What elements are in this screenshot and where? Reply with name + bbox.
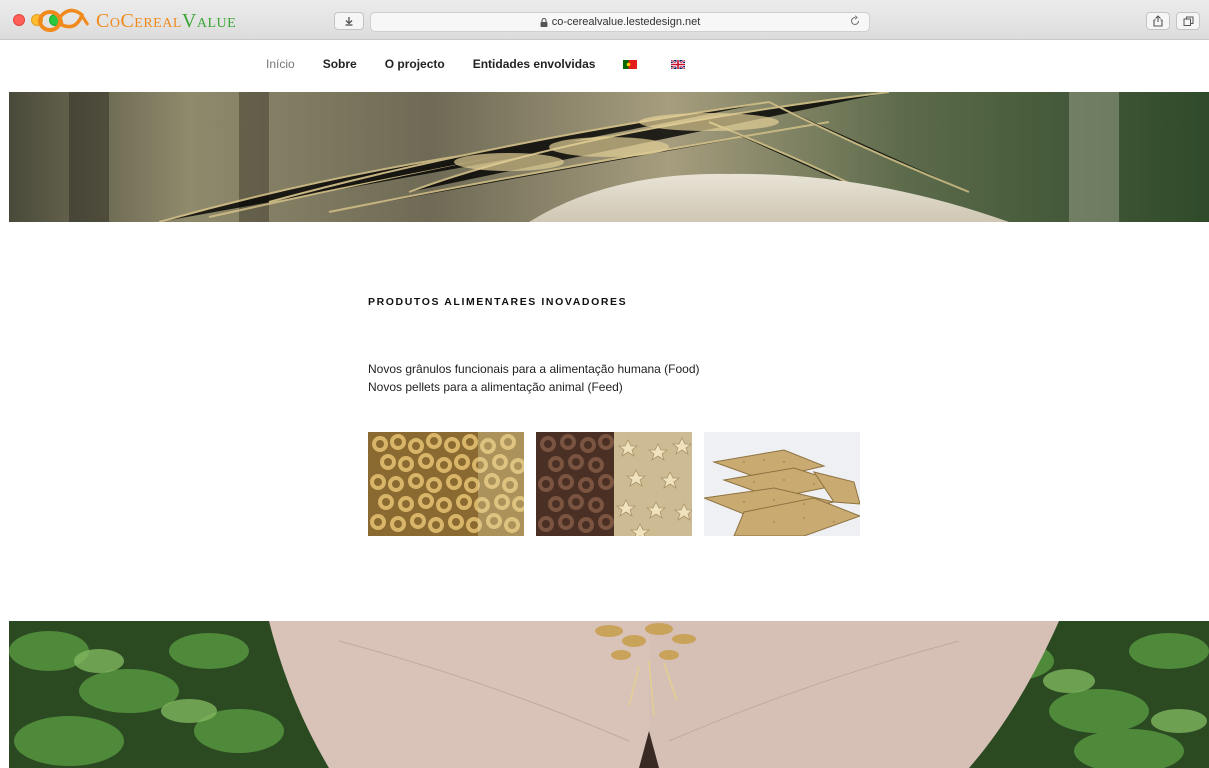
download-icon [345, 17, 353, 26]
lock-icon [540, 17, 548, 27]
crackers-image[interactable] [704, 432, 860, 536]
main-nav: Início Sobre O projecto Entidades envolv… [266, 57, 719, 71]
logo-value: Value [181, 9, 237, 32]
reload-icon[interactable] [849, 15, 861, 27]
leaf-logo-icon [38, 8, 90, 32]
download-button[interactable] [334, 12, 364, 30]
nav-item-o-projecto[interactable]: O projecto [385, 57, 445, 71]
cereal-rings-image[interactable] [368, 432, 524, 536]
close-window-button[interactable] [13, 14, 25, 26]
share-icon [1153, 15, 1163, 27]
hero-banner-image [9, 92, 1209, 222]
description-line-food: Novos grânulos funcionais para a aliment… [368, 362, 700, 376]
cereal-chocolate-stars-image[interactable] [536, 432, 692, 536]
nav-item-entidades-envolvidas[interactable]: Entidades envolvidas [473, 57, 596, 71]
section-description: Novos grânulos funcionais para a aliment… [368, 360, 700, 396]
description-line-feed: Novos pellets para a alimentação animal … [368, 380, 623, 394]
portugal-flag-icon[interactable] [623, 59, 638, 69]
hands-with-grain-image [9, 621, 1209, 768]
show-tabs-button[interactable] [1176, 12, 1200, 30]
browser-chrome: CoCerealValue co-cerealvalue.lestedesign… [0, 0, 1209, 40]
tabs-icon [1183, 16, 1193, 26]
url-text: co-cerealvalue.lestedesign.net [551, 16, 701, 28]
section-title: PRODUTOS ALIMENTARES INOVADORES [368, 296, 628, 308]
product-gallery [368, 432, 860, 536]
site-logo[interactable]: CoCerealValue [36, 6, 236, 36]
nav-item-inicio[interactable]: Início [266, 57, 295, 71]
logo-co: Co [96, 9, 121, 32]
address-bar[interactable]: co-cerealvalue.lestedesign.net [370, 12, 870, 32]
uk-flag-icon[interactable] [671, 59, 686, 69]
logo-cereal: Cereal [120, 9, 182, 32]
nav-item-sobre[interactable]: Sobre [323, 57, 357, 71]
share-button[interactable] [1146, 12, 1170, 30]
